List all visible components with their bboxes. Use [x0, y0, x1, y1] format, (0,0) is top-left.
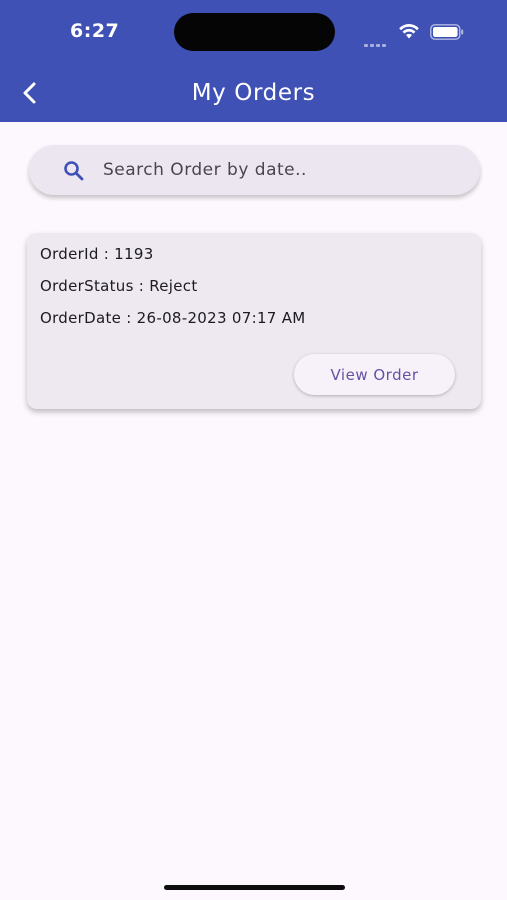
wifi-icon: [399, 24, 419, 39]
app-header: 6:27 My Orders: [0, 0, 507, 122]
page-title: My Orders: [191, 80, 316, 106]
order-date-text: OrderDate : 26-08-2023 07:17 AM: [40, 309, 306, 327]
search-bar[interactable]: [29, 145, 480, 195]
order-card: OrderId : 1193 OrderStatus : Reject Orde…: [27, 233, 481, 409]
signal-icon: [364, 32, 390, 47]
battery-icon: [430, 24, 464, 40]
search-icon: [64, 161, 84, 181]
search-input[interactable]: [103, 145, 463, 195]
dynamic-island: [174, 13, 335, 51]
home-indicator: [164, 885, 345, 890]
view-order-button[interactable]: View Order: [294, 354, 455, 395]
order-id-text: OrderId : 1193: [40, 245, 154, 263]
status-time: 6:27: [70, 20, 120, 42]
order-status-text: OrderStatus : Reject: [40, 277, 198, 295]
